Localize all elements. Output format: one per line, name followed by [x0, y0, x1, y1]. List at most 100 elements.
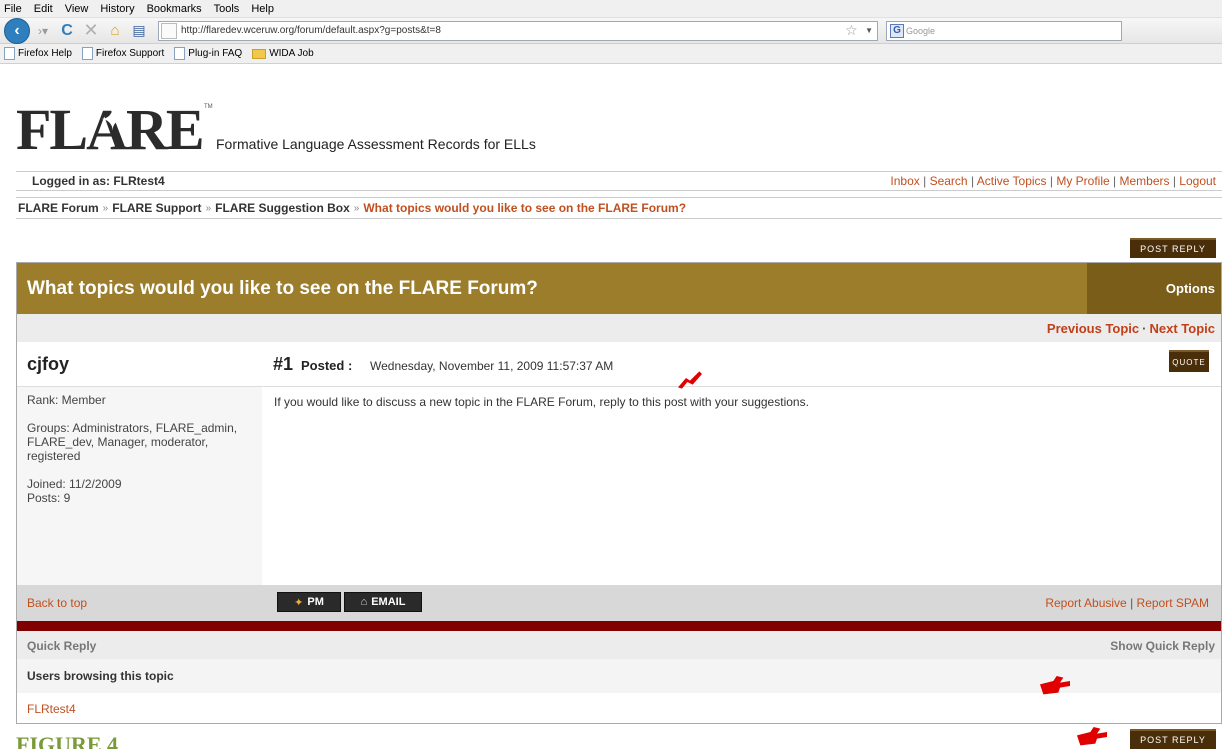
quote-button[interactable]: QUOTE — [1169, 350, 1209, 372]
logo-tagline: Formative Language Assessment Records fo… — [216, 136, 536, 152]
author-joined: Joined: 11/2/2009 — [27, 477, 122, 491]
breadcrumb-separator: » — [205, 202, 212, 214]
email-button[interactable]: ⌂ EMAIL — [344, 592, 422, 612]
search-placeholder: Google — [906, 25, 936, 36]
breadcrumb-support[interactable]: FLARE Support — [112, 201, 201, 215]
link-logout[interactable]: Logout — [1179, 174, 1216, 188]
bookmark-label: Plug-in FAQ — [188, 48, 243, 59]
star-icon[interactable]: ☆ — [845, 22, 861, 39]
search-input[interactable]: G Google — [886, 20, 1122, 41]
topic-title: What topics would you like to see on the… — [27, 277, 538, 299]
post-footer: Back to top ✦ PM ⌂ EMAIL Report Abusive | … — [17, 585, 1221, 621]
bookmark-firefox-help[interactable]: Firefox Help — [4, 47, 72, 60]
email-label: EMAIL — [371, 596, 406, 608]
nav-separator: · — [1142, 320, 1147, 336]
stop-icon[interactable]: ✕ — [80, 20, 102, 42]
pointing-hand-icon — [1077, 727, 1107, 746]
page-icon — [174, 47, 186, 60]
star-icon: ✦ — [100, 104, 126, 137]
back-icon[interactable]: ‹ — [4, 17, 30, 44]
menu-view[interactable]: View — [65, 3, 89, 15]
author-profile: Rank: Member Groups: Administrators, FLA… — [17, 387, 262, 585]
pm-label: PM — [307, 596, 324, 608]
browser-navbar: ‹ ›▾ C ✕ ⌂ ▤ http://flaredev.wceruw.org/… — [0, 17, 1222, 44]
link-members[interactable]: Members — [1119, 174, 1169, 188]
trademark: TM — [204, 104, 213, 110]
post-number: #1 — [273, 354, 294, 374]
home-icon[interactable]: ⌂ — [104, 20, 126, 42]
link-my-profile[interactable]: My Profile — [1056, 174, 1109, 188]
reload-icon[interactable]: C — [56, 20, 78, 42]
page-icon — [4, 47, 15, 60]
link-active-topics[interactable]: Active Topics — [977, 174, 1047, 188]
bookmark-label: WIDA Job — [269, 48, 314, 59]
posted-date: Wednesday, November 11, 2009 11:57:37 AM — [370, 359, 614, 373]
author-groups: Groups: Administrators, FLARE_admin, FLA… — [27, 421, 238, 463]
post-body: Rank: Member Groups: Administrators, FLA… — [17, 387, 1221, 585]
folder-icon — [252, 48, 267, 59]
topic-nav: Previous Topic · Next Topic — [17, 314, 1221, 342]
breadcrumb-separator: » — [353, 202, 360, 214]
pm-button[interactable]: ✦ PM — [277, 592, 341, 612]
post-author[interactable]: cjfoy — [27, 354, 69, 375]
home-mail-icon: ⌂ — [360, 596, 368, 608]
divider-bar — [17, 621, 1221, 631]
post-header: cjfoy #1 Posted : Wednesday, November 11… — [17, 342, 1221, 387]
bookmark-firefox-support[interactable]: Firefox Support — [81, 47, 165, 60]
menu-help[interactable]: Help — [251, 3, 274, 15]
breadcrumb-suggestion-box[interactable]: FLARE Suggestion Box — [215, 201, 350, 215]
posted-label: Posted : — [301, 358, 353, 373]
back-to-top-link[interactable]: Back to top — [27, 596, 87, 610]
breadcrumb-forum[interactable]: FLARE Forum — [18, 201, 99, 215]
browsing-user-link[interactable]: FLRtest4 — [17, 693, 1221, 723]
topic-header: What topics would you like to see on the… — [17, 263, 1221, 314]
browser-menubar: File Edit View History Bookmarks Tools H… — [0, 0, 1222, 18]
url-text: http://flaredev.wceruw.org/forum/default… — [181, 25, 441, 36]
show-quick-reply-link[interactable]: Show Quick Reply — [1110, 639, 1215, 653]
bookmark-label: Firefox Support — [95, 48, 165, 59]
report-abusive-link[interactable]: Report Abusive — [1045, 596, 1126, 610]
post-reply-button[interactable]: POST REPLY — [1130, 238, 1216, 258]
author-rank: Rank: Member — [27, 393, 106, 407]
chevron-down-icon[interactable]: ▼ — [865, 26, 873, 35]
top-links: Inbox | Search | Active Topics | My Prof… — [890, 174, 1216, 188]
forward-icon[interactable]: ›▾ — [32, 20, 54, 42]
print-icon[interactable]: ▤ — [128, 20, 150, 42]
address-bar[interactable]: http://flaredev.wceruw.org/forum/default… — [158, 20, 878, 41]
page-icon — [161, 22, 177, 39]
bookmark-wida-job[interactable]: WIDA Job — [252, 48, 314, 59]
menu-history[interactable]: History — [100, 3, 134, 15]
report-spam-link[interactable]: Report SPAM — [1137, 596, 1209, 610]
breadcrumb-separator: » — [102, 202, 109, 214]
quick-reply-row: Quick Reply Show Quick Reply — [17, 631, 1221, 659]
pointing-hand-icon — [1040, 676, 1070, 695]
next-topic-link[interactable]: Next Topic — [1150, 321, 1216, 336]
message-icon: ✦ — [294, 596, 304, 609]
report-links: Report Abusive | Report SPAM — [1045, 596, 1209, 610]
link-inbox[interactable]: Inbox — [890, 174, 919, 188]
page-icon — [81, 47, 93, 60]
site-header: FLARE ✦ TM Formative Language Assessment… — [16, 96, 1222, 162]
post-reply-button-bottom[interactable]: POST REPLY — [1130, 729, 1216, 749]
post-message: If you would like to discuss a new topic… — [274, 395, 809, 409]
breadcrumb-current[interactable]: What topics would you like to see on the… — [363, 201, 686, 215]
bookmark-label: Firefox Help — [18, 48, 72, 59]
bookmark-plugin-faq[interactable]: Plug-in FAQ — [174, 47, 242, 60]
menu-tools[interactable]: Tools — [214, 3, 240, 15]
figure-caption: FIGURE 4 — [16, 732, 119, 749]
menu-file[interactable]: File — [4, 3, 22, 15]
menu-bookmarks[interactable]: Bookmarks — [147, 3, 202, 15]
user-bar: Logged in as: FLRtest4 Inbox | Search | … — [16, 171, 1222, 191]
breadcrumb: FLARE Forum » FLARE Support » FLARE Sugg… — [16, 197, 1222, 219]
author-posts: Posts: 9 — [27, 491, 71, 505]
pointing-hand-icon — [678, 371, 702, 389]
google-icon[interactable]: G — [890, 23, 904, 38]
quick-reply-label: Quick Reply — [27, 639, 97, 653]
bookmarks-bar: Firefox Help Firefox Support Plug-in FAQ… — [0, 44, 1222, 64]
menu-edit[interactable]: Edit — [34, 3, 53, 15]
previous-topic-link[interactable]: Previous Topic — [1047, 321, 1139, 336]
logged-in-label: Logged in as: FLRtest4 — [32, 174, 165, 188]
link-search[interactable]: Search — [930, 174, 968, 188]
topic-container: What topics would you like to see on the… — [16, 262, 1222, 724]
options-menu[interactable]: Options — [1087, 263, 1221, 314]
